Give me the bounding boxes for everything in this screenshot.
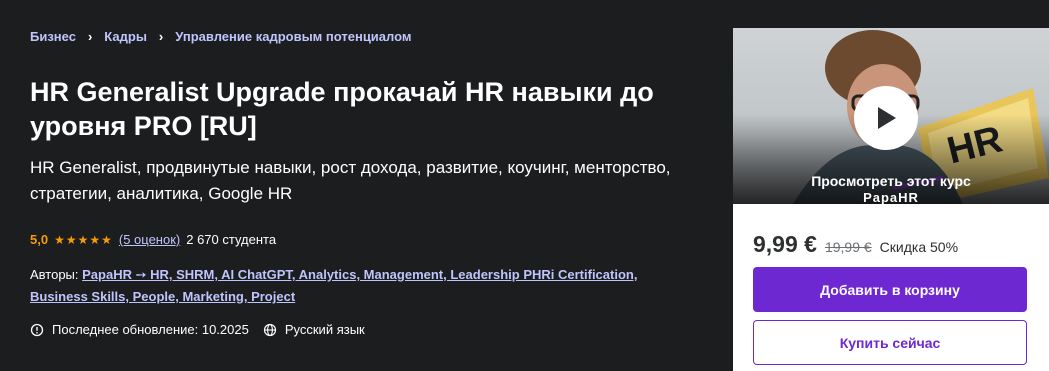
rating-row: 5,0 ★★★★★ (5 оценок) 2 670 студента bbox=[30, 232, 276, 247]
star-rating-icon: ★★★★★ bbox=[54, 232, 113, 247]
language: Русский язык bbox=[263, 322, 365, 337]
breadcrumb-item-hr[interactable]: Кадры bbox=[104, 29, 147, 44]
students-count: 2 670 студента bbox=[186, 232, 277, 247]
preview-label[interactable]: Просмотреть этот курс PapaHR bbox=[733, 173, 1049, 204]
price-row: 9,99 € 19,99 € Скидка 50% bbox=[753, 231, 958, 258]
author-link-continued[interactable]: Business Skills, People, Marketing, Proj… bbox=[30, 289, 295, 304]
course-title: HR Generalist Upgrade прокачай HR навыки… bbox=[30, 77, 654, 141]
purchase-card: HR Просмотреть этот курс PapaHR 9,99 € 1… bbox=[733, 28, 1049, 371]
rating-value: 5,0 bbox=[30, 232, 49, 247]
play-icon bbox=[878, 107, 896, 129]
breadcrumb: Бизнес › Кадры › Управление кадровым пот… bbox=[30, 29, 412, 44]
chevron-right-icon: › bbox=[158, 29, 164, 44]
author-link[interactable]: PapaHR ➙ HR, SHRM, AI ChatGPT, Analytics… bbox=[82, 267, 637, 282]
course-subtitle: HR Generalist, продвинутые навыки, рост … bbox=[30, 158, 671, 203]
add-to-cart-button[interactable]: Добавить в корзину bbox=[753, 267, 1027, 312]
language-text: Русский язык bbox=[284, 322, 365, 337]
alert-badge-icon bbox=[30, 323, 44, 336]
course-meta: Последнее обновление: 10.2025 Русский яз… bbox=[30, 322, 379, 337]
last-updated: Последнее обновление: 10.2025 bbox=[30, 322, 249, 337]
discount-text: Скидка 50% bbox=[879, 239, 959, 255]
last-updated-text: Последнее обновление: 10.2025 bbox=[52, 322, 249, 337]
breadcrumb-item-business[interactable]: Бизнес bbox=[30, 29, 76, 44]
original-price: 19,99 € bbox=[824, 239, 872, 255]
globe-icon bbox=[263, 323, 276, 336]
authors-label: Авторы: bbox=[30, 267, 79, 282]
chevron-right-icon: › bbox=[87, 29, 93, 44]
preview-watermark: PapaHR bbox=[863, 190, 919, 204]
play-button[interactable] bbox=[854, 86, 918, 150]
reviews-link[interactable]: (5 оценок) bbox=[119, 232, 180, 247]
current-price: 9,99 € bbox=[753, 231, 817, 257]
course-preview[interactable]: HR Просмотреть этот курс PapaHR bbox=[733, 28, 1049, 204]
buy-now-button[interactable]: Купить сейчас bbox=[753, 320, 1027, 365]
authors: Авторы: PapaHR ➙ HR, SHRM, AI ChatGPT, A… bbox=[30, 264, 670, 308]
breadcrumb-item-talent-management[interactable]: Управление кадровым потенциалом bbox=[175, 29, 411, 44]
preview-label-text: Просмотреть этот курс bbox=[811, 173, 971, 189]
